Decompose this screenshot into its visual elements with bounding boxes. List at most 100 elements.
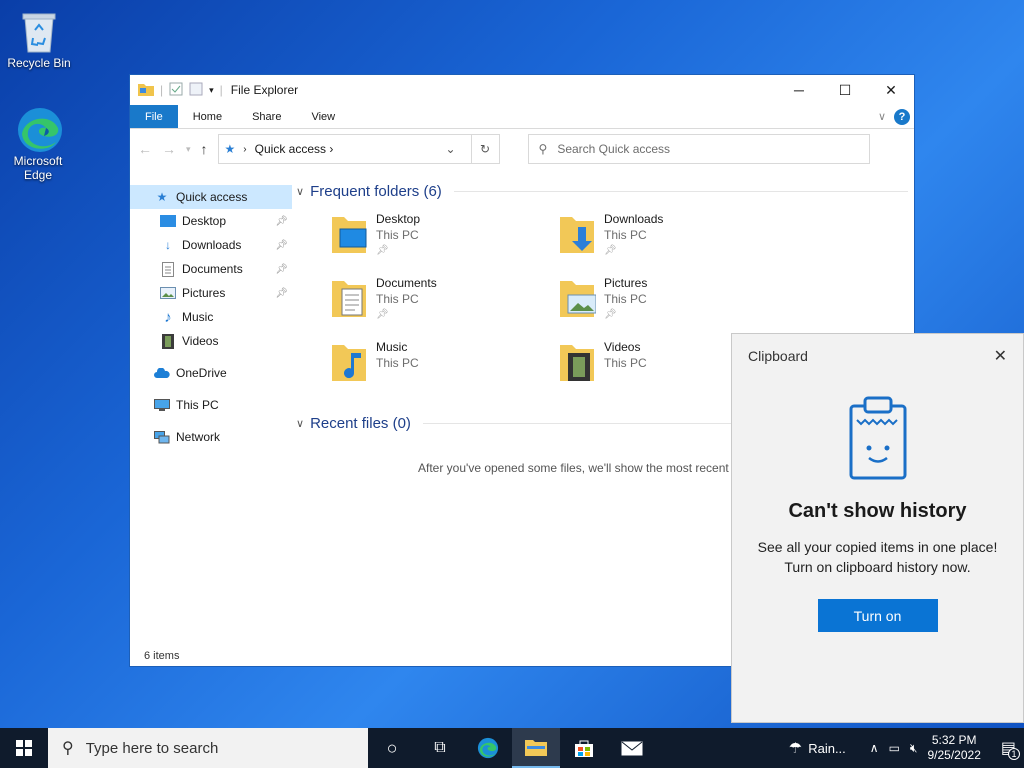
title-bar[interactable]: | ▾ | File Explorer ─ ☐ ✕ bbox=[130, 75, 914, 105]
edge-icon bbox=[16, 106, 62, 152]
desktop-icon-label: Recycle Bin bbox=[7, 56, 71, 70]
desktop-icon bbox=[160, 213, 176, 229]
music-folder-icon bbox=[330, 339, 368, 383]
frequent-folders-header[interactable]: ∨ Frequent folders (6) bbox=[296, 179, 908, 203]
network-icon bbox=[154, 429, 170, 445]
maximize-button[interactable]: ☐ bbox=[822, 75, 868, 105]
pin-icon: 📌︎ bbox=[604, 245, 617, 256]
sidebar-item-pictures[interactable]: Pictures 📌︎ bbox=[130, 281, 292, 305]
taskbar-file-explorer-button[interactable] bbox=[512, 728, 560, 768]
clipboard-panel: Clipboard ✕ Can't show history See all y… bbox=[731, 333, 1024, 723]
sidebar-item-downloads[interactable]: ↓ Downloads 📌︎ bbox=[130, 233, 292, 257]
tab-file[interactable]: File bbox=[130, 105, 178, 128]
taskbar-store-button[interactable] bbox=[560, 728, 608, 768]
volume-muted-icon[interactable]: 🔇︎ bbox=[910, 741, 918, 756]
smiling-clipboard-icon bbox=[843, 392, 913, 482]
edge-icon bbox=[477, 737, 499, 759]
notification-count-badge: 1 bbox=[1008, 748, 1020, 760]
pin-icon: 📌︎ bbox=[275, 239, 288, 251]
sidebar-item-music[interactable]: ♪ Music bbox=[130, 305, 292, 329]
address-bar[interactable]: ★ › Quick access › ⌄ ↻ bbox=[217, 134, 500, 164]
sidebar-item-documents[interactable]: Documents 📌︎ bbox=[130, 257, 292, 281]
show-hidden-icons-chevron-icon[interactable]: ∧ bbox=[870, 741, 879, 755]
close-icon: ✕ bbox=[885, 81, 897, 98]
collapse-chevron-icon: ∨ bbox=[296, 185, 305, 198]
new-folder-icon[interactable] bbox=[189, 82, 203, 99]
folder-tile-documents[interactable]: Documents This PC 📌︎ bbox=[330, 275, 558, 327]
task-view-icon: ⧉ bbox=[434, 739, 446, 756]
window-title: File Explorer bbox=[230, 83, 299, 97]
weather-widget[interactable]: ☂ Rain... bbox=[789, 739, 846, 757]
notification-center-button[interactable]: ▤ 1 bbox=[1001, 738, 1020, 760]
maximize-icon: ☐ bbox=[838, 81, 852, 98]
desktop-icon-label: Microsoft Edge bbox=[13, 154, 63, 182]
sidebar-item-onedrive[interactable]: OneDrive bbox=[130, 361, 292, 385]
breadcrumb-separator-icon: › bbox=[243, 143, 247, 155]
cortana-button[interactable]: ○ bbox=[368, 728, 416, 768]
pin-icon: 📌︎ bbox=[275, 215, 288, 227]
cortana-circle-icon: ○ bbox=[386, 737, 398, 758]
close-clipboard-icon[interactable]: ✕ bbox=[994, 346, 1007, 366]
minimize-icon: ─ bbox=[794, 82, 804, 98]
clock[interactable]: 5:32 PM 9/25/2022 bbox=[927, 733, 980, 763]
taskbar-mail-button[interactable] bbox=[608, 728, 656, 768]
ribbon-tabs: File Home Share View ∨ ? bbox=[130, 105, 914, 129]
taskbar-edge-button[interactable] bbox=[464, 728, 512, 768]
recent-locations-icon[interactable]: ▾ bbox=[186, 144, 191, 155]
network-tray-icon[interactable]: ▭ bbox=[889, 741, 900, 755]
pin-icon: 📌︎ bbox=[376, 309, 389, 320]
customize-toolbar-icon[interactable]: ▾ bbox=[209, 85, 214, 96]
folder-tile-downloads[interactable]: Downloads This PC 📌︎ bbox=[558, 211, 786, 263]
clipboard-title: Clipboard bbox=[748, 348, 808, 364]
task-view-button[interactable]: ⧉ bbox=[416, 728, 464, 768]
clipboard-description: See all your copied items in one place! … bbox=[757, 539, 998, 575]
minimize-button[interactable]: ─ bbox=[776, 75, 822, 105]
help-icon[interactable]: ? bbox=[894, 108, 910, 125]
search-icon: ⚲ bbox=[538, 142, 548, 156]
film-strip-icon bbox=[160, 333, 176, 349]
cloud-icon bbox=[154, 365, 170, 381]
tab-home[interactable]: Home bbox=[178, 105, 237, 128]
recycle-bin-icon bbox=[17, 8, 61, 53]
folder-tile-desktop[interactable]: Desktop This PC 📌︎ bbox=[330, 211, 558, 263]
quick-access-star-icon: ★ bbox=[224, 142, 236, 156]
forward-button[interactable]: → bbox=[162, 141, 176, 157]
file-explorer-icon bbox=[525, 740, 547, 756]
videos-folder-icon bbox=[558, 339, 596, 383]
desktop-icon-edge[interactable]: Microsoft Edge bbox=[3, 106, 73, 182]
folder-icon bbox=[138, 82, 154, 99]
sidebar-item-quick-access[interactable]: ★ Quick access bbox=[130, 185, 292, 209]
search-placeholder: Search Quick access bbox=[557, 142, 671, 156]
taskbar-search-box[interactable]: ⚲ Type here to search bbox=[48, 728, 368, 768]
pin-icon: 📌︎ bbox=[275, 287, 288, 299]
folder-tile-music[interactable]: Music This PC bbox=[330, 339, 558, 391]
address-path: Quick access › bbox=[254, 142, 334, 156]
refresh-button[interactable]: ↻ bbox=[470, 135, 499, 163]
downloads-folder-icon bbox=[558, 211, 596, 255]
folder-tile-pictures[interactable]: Pictures This PC 📌︎ bbox=[558, 275, 786, 327]
turn-on-button[interactable]: Turn on bbox=[817, 599, 938, 632]
up-button[interactable]: ↑ bbox=[201, 141, 208, 157]
tab-share[interactable]: Share bbox=[237, 105, 296, 128]
expand-ribbon-icon[interactable]: ∨ bbox=[878, 110, 886, 123]
download-arrow-icon: ↓ bbox=[165, 238, 171, 252]
tab-view[interactable]: View bbox=[296, 105, 350, 128]
sidebar-item-desktop[interactable]: Desktop 📌︎ bbox=[130, 209, 292, 233]
desktop-folder-icon bbox=[330, 211, 368, 255]
navigation-bar: ← → ▾ ↑ ★ › Quick access › ⌄ ↻ ⚲ Search … bbox=[130, 129, 914, 169]
address-dropdown-icon[interactable]: ⌄ bbox=[439, 142, 463, 156]
sidebar-item-this-pc[interactable]: This PC bbox=[130, 393, 292, 417]
sidebar-item-videos[interactable]: Videos bbox=[130, 329, 292, 353]
search-box[interactable]: ⚲ Search Quick access bbox=[527, 134, 870, 164]
taskbar-search-placeholder: Type here to search bbox=[85, 739, 219, 757]
start-button[interactable] bbox=[0, 728, 48, 768]
pin-icon: 📌︎ bbox=[604, 309, 617, 320]
desktop-icon-recycle-bin[interactable]: Recycle Bin bbox=[4, 8, 74, 70]
pictures-folder-icon bbox=[558, 275, 597, 319]
search-icon: ⚲ bbox=[62, 740, 74, 757]
properties-icon[interactable] bbox=[169, 82, 183, 99]
back-button[interactable]: ← bbox=[138, 141, 152, 157]
close-button[interactable]: ✕ bbox=[868, 75, 914, 105]
status-bar-item-count: 6 items bbox=[144, 650, 180, 662]
sidebar-item-network[interactable]: Network bbox=[130, 425, 292, 449]
